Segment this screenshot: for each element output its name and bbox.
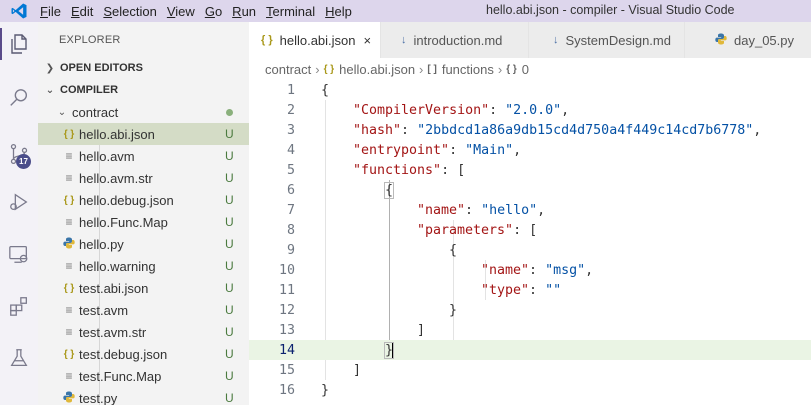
- chevron-right-icon: ›: [497, 61, 503, 77]
- json-file-icon: { }: [323, 63, 335, 75]
- menu-help[interactable]: Help: [325, 4, 360, 19]
- file-row[interactable]: { } hello.debug.json U: [38, 189, 249, 211]
- code-line: 9 {: [286, 242, 458, 258]
- remote-explorer-icon[interactable]: [0, 234, 38, 274]
- array-icon: [ ]: [427, 63, 437, 75]
- file-row[interactable]: ≡ hello.avm U: [38, 145, 249, 167]
- code-line: 5 "functions": [: [286, 162, 466, 178]
- menu-run[interactable]: Run: [232, 4, 264, 19]
- chevron-right-icon: ❯: [45, 62, 55, 74]
- breadcrumb: contract › { } hello.abi.json › [ ] func…: [249, 58, 811, 80]
- file-row[interactable]: { } hello.abi.json U: [38, 123, 249, 145]
- json-file-icon: { }: [63, 194, 75, 206]
- open-editors-section[interactable]: ❯ OPEN EDITORS: [38, 57, 249, 79]
- code-line: 1 {: [286, 82, 330, 98]
- text-cursor: [392, 342, 394, 358]
- explorer-title: EXPLORER: [59, 34, 121, 46]
- search-icon[interactable]: [0, 78, 38, 118]
- breadcrumb-file[interactable]: hello.abi.json: [339, 62, 415, 77]
- code-line: 12 }: [278, 302, 458, 318]
- run-debug-icon[interactable]: [0, 182, 38, 222]
- vscode-logo-icon: [0, 0, 38, 22]
- text-file-icon: ≡: [65, 171, 73, 185]
- json-file-icon: { }: [63, 282, 75, 294]
- code-line: 2 "CompilerVersion": "2.0.0",: [286, 102, 570, 118]
- markdown-file-icon: ↓: [553, 34, 559, 46]
- window-title: hello.abi.json - compiler - Visual Studi…: [486, 3, 735, 17]
- breadcrumb-folder[interactable]: contract: [265, 62, 311, 77]
- explorer-icon[interactable]: [0, 24, 38, 64]
- code-line: 3 "hash": "2bbdcd1a86a9db15cd4d750a4f449…: [286, 122, 762, 138]
- testing-icon[interactable]: [0, 338, 38, 378]
- menu-terminal[interactable]: Terminal: [266, 4, 323, 19]
- editor-tabs: { } hello.abi.json × ↓ introduction.md ↓…: [249, 22, 811, 58]
- source-control-icon[interactable]: 17: [0, 134, 38, 174]
- menu-bar: File Edit Selection View Go Run Terminal…: [38, 0, 360, 22]
- text-file-icon: ≡: [65, 325, 73, 339]
- text-file-icon: ≡: [65, 259, 73, 273]
- breadcrumb-index[interactable]: 0: [522, 62, 529, 77]
- code-line: 11 "type": "": [278, 282, 562, 298]
- code-line: 7 "name": "hello",: [286, 202, 546, 218]
- current-code-line: 14 }: [249, 340, 811, 360]
- file-row[interactable]: test.py U: [38, 387, 249, 405]
- extensions-icon[interactable]: [0, 286, 38, 326]
- chevron-right-icon: ›: [315, 61, 320, 77]
- file-row[interactable]: { } test.abi.json U: [38, 277, 249, 299]
- tab-systemdesign-md[interactable]: ↓ SystemDesign.md: [529, 22, 685, 58]
- python-file-icon: [59, 391, 79, 405]
- file-row[interactable]: ≡ hello.Func.Map U: [38, 211, 249, 233]
- object-icon: { }: [506, 63, 517, 75]
- menu-file[interactable]: File: [40, 4, 69, 19]
- code-line: 6 {: [286, 181, 395, 199]
- code-line: 15 ]: [278, 362, 362, 378]
- json-file-icon: { }: [261, 34, 273, 46]
- menu-view[interactable]: View: [167, 4, 203, 19]
- close-icon[interactable]: ×: [364, 33, 372, 48]
- code-line: 16 }: [278, 382, 330, 398]
- tab-day-05-py[interactable]: day_05.py: [685, 22, 811, 58]
- chevron-right-icon: ›: [419, 61, 424, 77]
- code-line: 13 ]: [278, 322, 426, 338]
- folder-contract[interactable]: ⌄ contract: [38, 101, 249, 123]
- code-editor[interactable]: 1 { 2 "CompilerVersion": "2.0.0", 3 "has…: [249, 80, 811, 405]
- file-row[interactable]: ≡ test.avm.str U: [38, 321, 249, 343]
- code-line: 4 "entrypoint": "Main",: [286, 142, 522, 158]
- file-row[interactable]: ≡ test.Func.Map U: [38, 365, 249, 387]
- json-file-icon: { }: [63, 348, 75, 360]
- text-file-icon: ≡: [65, 215, 73, 229]
- source-control-badge: 17: [16, 154, 31, 169]
- file-row[interactable]: ≡ test.avm U: [38, 299, 249, 321]
- activity-bar: 17: [0, 22, 38, 405]
- python-file-icon: [715, 33, 727, 48]
- text-file-icon: ≡: [65, 369, 73, 383]
- file-row[interactable]: hello.py U: [38, 233, 249, 255]
- breadcrumb-symbol[interactable]: functions: [442, 62, 494, 77]
- json-file-icon: { }: [63, 128, 75, 140]
- tab-introduction-md[interactable]: ↓ introduction.md: [381, 22, 529, 58]
- menu-selection[interactable]: Selection: [103, 4, 164, 19]
- python-file-icon: [59, 237, 79, 252]
- text-file-icon: ≡: [65, 303, 73, 317]
- menu-edit[interactable]: Edit: [71, 4, 101, 19]
- menu-go[interactable]: Go: [205, 4, 230, 19]
- modified-dot: [226, 108, 233, 116]
- tab-hello-abi-json[interactable]: { } hello.abi.json ×: [249, 22, 381, 58]
- chevron-down-icon: ⌄: [57, 106, 67, 118]
- file-row[interactable]: ≡ hello.avm.str U: [38, 167, 249, 189]
- code-line: 8 "parameters": [: [286, 222, 538, 238]
- text-file-icon: ≡: [65, 149, 73, 163]
- chevron-down-icon: ⌄: [45, 84, 55, 96]
- code-line: 10 "name": "msg",: [278, 262, 594, 278]
- compiler-section[interactable]: ⌄ COMPILER: [38, 79, 249, 101]
- explorer-sidebar: EXPLORER ❯ OPEN EDITORS ⌄ COMPILER ⌄ con…: [38, 22, 249, 405]
- file-row[interactable]: { } test.debug.json U: [38, 343, 249, 365]
- file-row[interactable]: ≡ hello.warning U: [38, 255, 249, 277]
- markdown-file-icon: ↓: [401, 34, 407, 46]
- title-bar: File Edit Selection View Go Run Terminal…: [0, 0, 811, 22]
